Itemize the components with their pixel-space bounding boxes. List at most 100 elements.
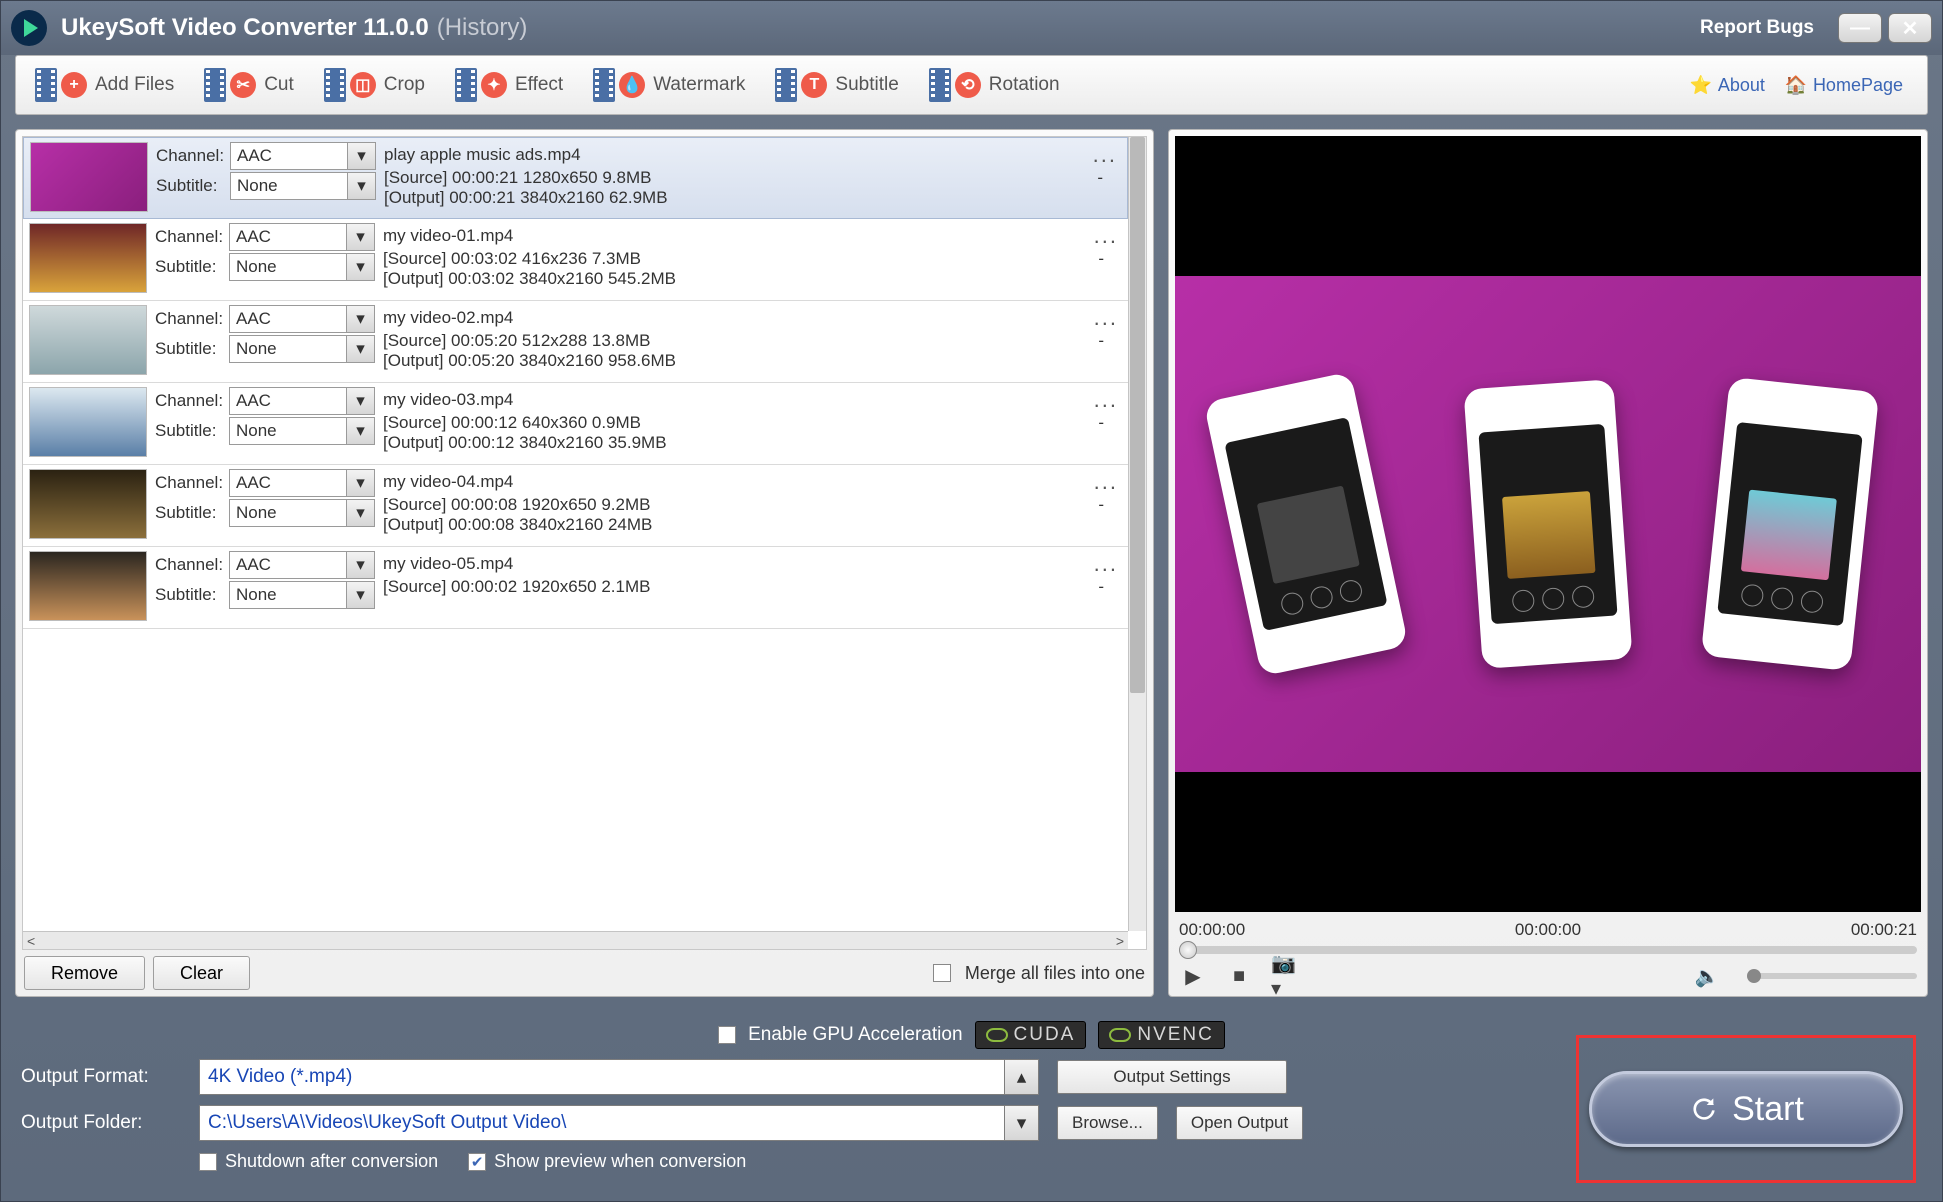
- output-info: [Output] 00:00:08 3840x2160 24MB: [383, 515, 652, 535]
- chevron-down-icon[interactable]: ▾: [346, 470, 374, 496]
- preview-checkbox[interactable]: ✔: [468, 1153, 486, 1171]
- remove-button[interactable]: Remove: [24, 956, 145, 990]
- about-link[interactable]: ⭐About: [1690, 74, 1765, 96]
- file-row[interactable]: Channel:AAC▾Subtitle:None▾my video-03.mp…: [23, 383, 1128, 465]
- effect-button[interactable]: ✦Effect: [440, 59, 578, 111]
- crop-button[interactable]: ◫Crop: [309, 59, 440, 111]
- merge-checkbox[interactable]: [933, 964, 951, 982]
- file-menu-button[interactable]: ...: [1094, 469, 1118, 495]
- chevron-down-icon[interactable]: ▾: [346, 388, 374, 414]
- file-row[interactable]: Channel:AAC▾Subtitle:None▾play apple mus…: [23, 137, 1128, 219]
- cut-button[interactable]: ✂Cut: [189, 59, 309, 111]
- stop-button[interactable]: ■: [1225, 964, 1253, 988]
- subtitle-dropdown[interactable]: None▾: [229, 499, 375, 527]
- file-row[interactable]: Channel:AAC▾Subtitle:None▾my video-02.mp…: [23, 301, 1128, 383]
- start-button[interactable]: Start: [1589, 1071, 1903, 1147]
- file-dropdowns: Channel:AAC▾Subtitle:None▾: [156, 142, 376, 200]
- file-dropdowns: Channel:AAC▾Subtitle:None▾: [155, 223, 375, 281]
- shutdown-label: Shutdown after conversion: [225, 1151, 438, 1172]
- add-files-button[interactable]: +Add Files: [20, 59, 189, 111]
- video-preview[interactable]: [1175, 136, 1921, 912]
- channel-label: Channel:: [155, 555, 225, 575]
- file-details: my video-02.mp4...[Source] 00:05:20 512x…: [375, 305, 1122, 371]
- chevron-down-icon[interactable]: ▾: [346, 336, 374, 362]
- chevron-down-icon[interactable]: ▾: [346, 254, 374, 280]
- seek-bar[interactable]: [1179, 946, 1917, 954]
- volume-slider[interactable]: [1747, 973, 1917, 979]
- file-menu-button[interactable]: ...: [1094, 551, 1118, 577]
- chevron-down-icon[interactable]: ▾: [347, 143, 375, 169]
- scrollbar-thumb[interactable]: [1130, 137, 1145, 693]
- chevron-down-icon[interactable]: ▾: [1004, 1106, 1038, 1140]
- volume-icon[interactable]: 🔈: [1693, 964, 1721, 988]
- vertical-scrollbar[interactable]: [1128, 137, 1146, 931]
- merge-label: Merge all files into one: [965, 963, 1145, 984]
- source-dash: -: [1097, 168, 1103, 188]
- time-end: 00:00:21: [1851, 920, 1917, 940]
- output-format-label: Output Format:: [21, 1066, 181, 1088]
- gpu-checkbox[interactable]: [718, 1026, 736, 1044]
- subtitle-dropdown[interactable]: None▾: [229, 253, 375, 281]
- file-menu-button[interactable]: ...: [1093, 142, 1117, 168]
- subtitle-button[interactable]: TSubtitle: [760, 59, 913, 111]
- clear-button[interactable]: Clear: [153, 956, 250, 990]
- file-name: my video-01.mp4: [383, 226, 513, 246]
- subtitle-dropdown[interactable]: None▾: [230, 172, 376, 200]
- output-folder-combo[interactable]: C:\Users\A\Videos\UkeySoft Output Video\…: [199, 1105, 1039, 1141]
- chevron-down-icon[interactable]: ▾: [346, 224, 374, 250]
- minimize-button[interactable]: —: [1838, 13, 1882, 43]
- chevron-down-icon[interactable]: ▾: [346, 582, 374, 608]
- channel-dropdown[interactable]: AAC▾: [229, 551, 375, 579]
- file-dropdowns: Channel:AAC▾Subtitle:None▾: [155, 551, 375, 609]
- channel-dropdown[interactable]: AAC▾: [229, 223, 375, 251]
- source-info: [Source] 00:00:12 640x360 0.9MB: [383, 413, 641, 433]
- subtitle-dropdown[interactable]: None▾: [229, 335, 375, 363]
- crop-icon: ◫: [350, 72, 376, 98]
- chevron-down-icon[interactable]: ▾: [346, 552, 374, 578]
- subtitle-dropdown[interactable]: None▾: [229, 581, 375, 609]
- chevron-down-icon[interactable]: ▾: [346, 500, 374, 526]
- rotation-button[interactable]: ⟲Rotation: [914, 59, 1075, 111]
- channel-dropdown[interactable]: AAC▾: [229, 387, 375, 415]
- file-thumbnail: [29, 387, 147, 457]
- channel-dropdown[interactable]: AAC▾: [230, 142, 376, 170]
- channel-dropdown[interactable]: AAC▾: [229, 305, 375, 333]
- file-menu-button[interactable]: ...: [1094, 223, 1118, 249]
- seek-knob[interactable]: [1179, 941, 1197, 959]
- file-thumbnail: [29, 223, 147, 293]
- file-menu-button[interactable]: ...: [1094, 305, 1118, 331]
- homepage-link[interactable]: 🏠HomePage: [1785, 74, 1903, 96]
- history-link[interactable]: (History): [437, 14, 528, 42]
- play-button[interactable]: ▶: [1179, 964, 1207, 988]
- report-bugs-link[interactable]: Report Bugs: [1700, 17, 1814, 39]
- scroll-left-icon[interactable]: <: [27, 933, 35, 949]
- snapshot-button[interactable]: 📷▾: [1271, 964, 1299, 988]
- app-window: UkeySoft Video Converter 11.0.0 (History…: [0, 0, 1943, 1202]
- file-row[interactable]: Channel:AAC▾Subtitle:None▾my video-04.mp…: [23, 465, 1128, 547]
- channel-dropdown[interactable]: AAC▾: [229, 469, 375, 497]
- chevron-down-icon[interactable]: ▾: [346, 306, 374, 332]
- file-details: my video-04.mp4...[Source] 00:00:08 1920…: [375, 469, 1122, 535]
- scroll-right-icon[interactable]: >: [1116, 933, 1124, 949]
- source-dash: -: [1098, 577, 1104, 597]
- watermark-button[interactable]: 💧Watermark: [578, 59, 760, 111]
- horizontal-scrollbar[interactable]: <>: [23, 931, 1128, 949]
- file-row[interactable]: Channel:AAC▾Subtitle:None▾ my video-01.mp…: [23, 219, 1128, 301]
- browse-button[interactable]: Browse...: [1057, 1106, 1158, 1140]
- subtitle-dropdown[interactable]: None▾: [229, 417, 375, 445]
- output-format-combo[interactable]: 4K Video (*.mp4)▴: [199, 1059, 1039, 1095]
- chevron-down-icon[interactable]: ▾: [346, 418, 374, 444]
- home-icon: 🏠: [1785, 74, 1807, 96]
- shutdown-checkbox[interactable]: [199, 1153, 217, 1171]
- chevron-down-icon[interactable]: ▾: [347, 173, 375, 199]
- output-settings-button[interactable]: Output Settings: [1057, 1060, 1287, 1094]
- chevron-up-icon[interactable]: ▴: [1004, 1060, 1038, 1094]
- close-button[interactable]: ✕: [1888, 13, 1932, 43]
- file-menu-button[interactable]: ...: [1094, 387, 1118, 413]
- open-output-button[interactable]: Open Output: [1176, 1106, 1303, 1140]
- subtitle-label: Subtitle:: [156, 176, 226, 196]
- scissors-icon: ✂: [230, 72, 256, 98]
- channel-label: Channel:: [155, 391, 225, 411]
- file-row[interactable]: Channel:AAC▾Subtitle:None▾my video-05.mp…: [23, 547, 1128, 629]
- file-name: my video-03.mp4: [383, 390, 513, 410]
